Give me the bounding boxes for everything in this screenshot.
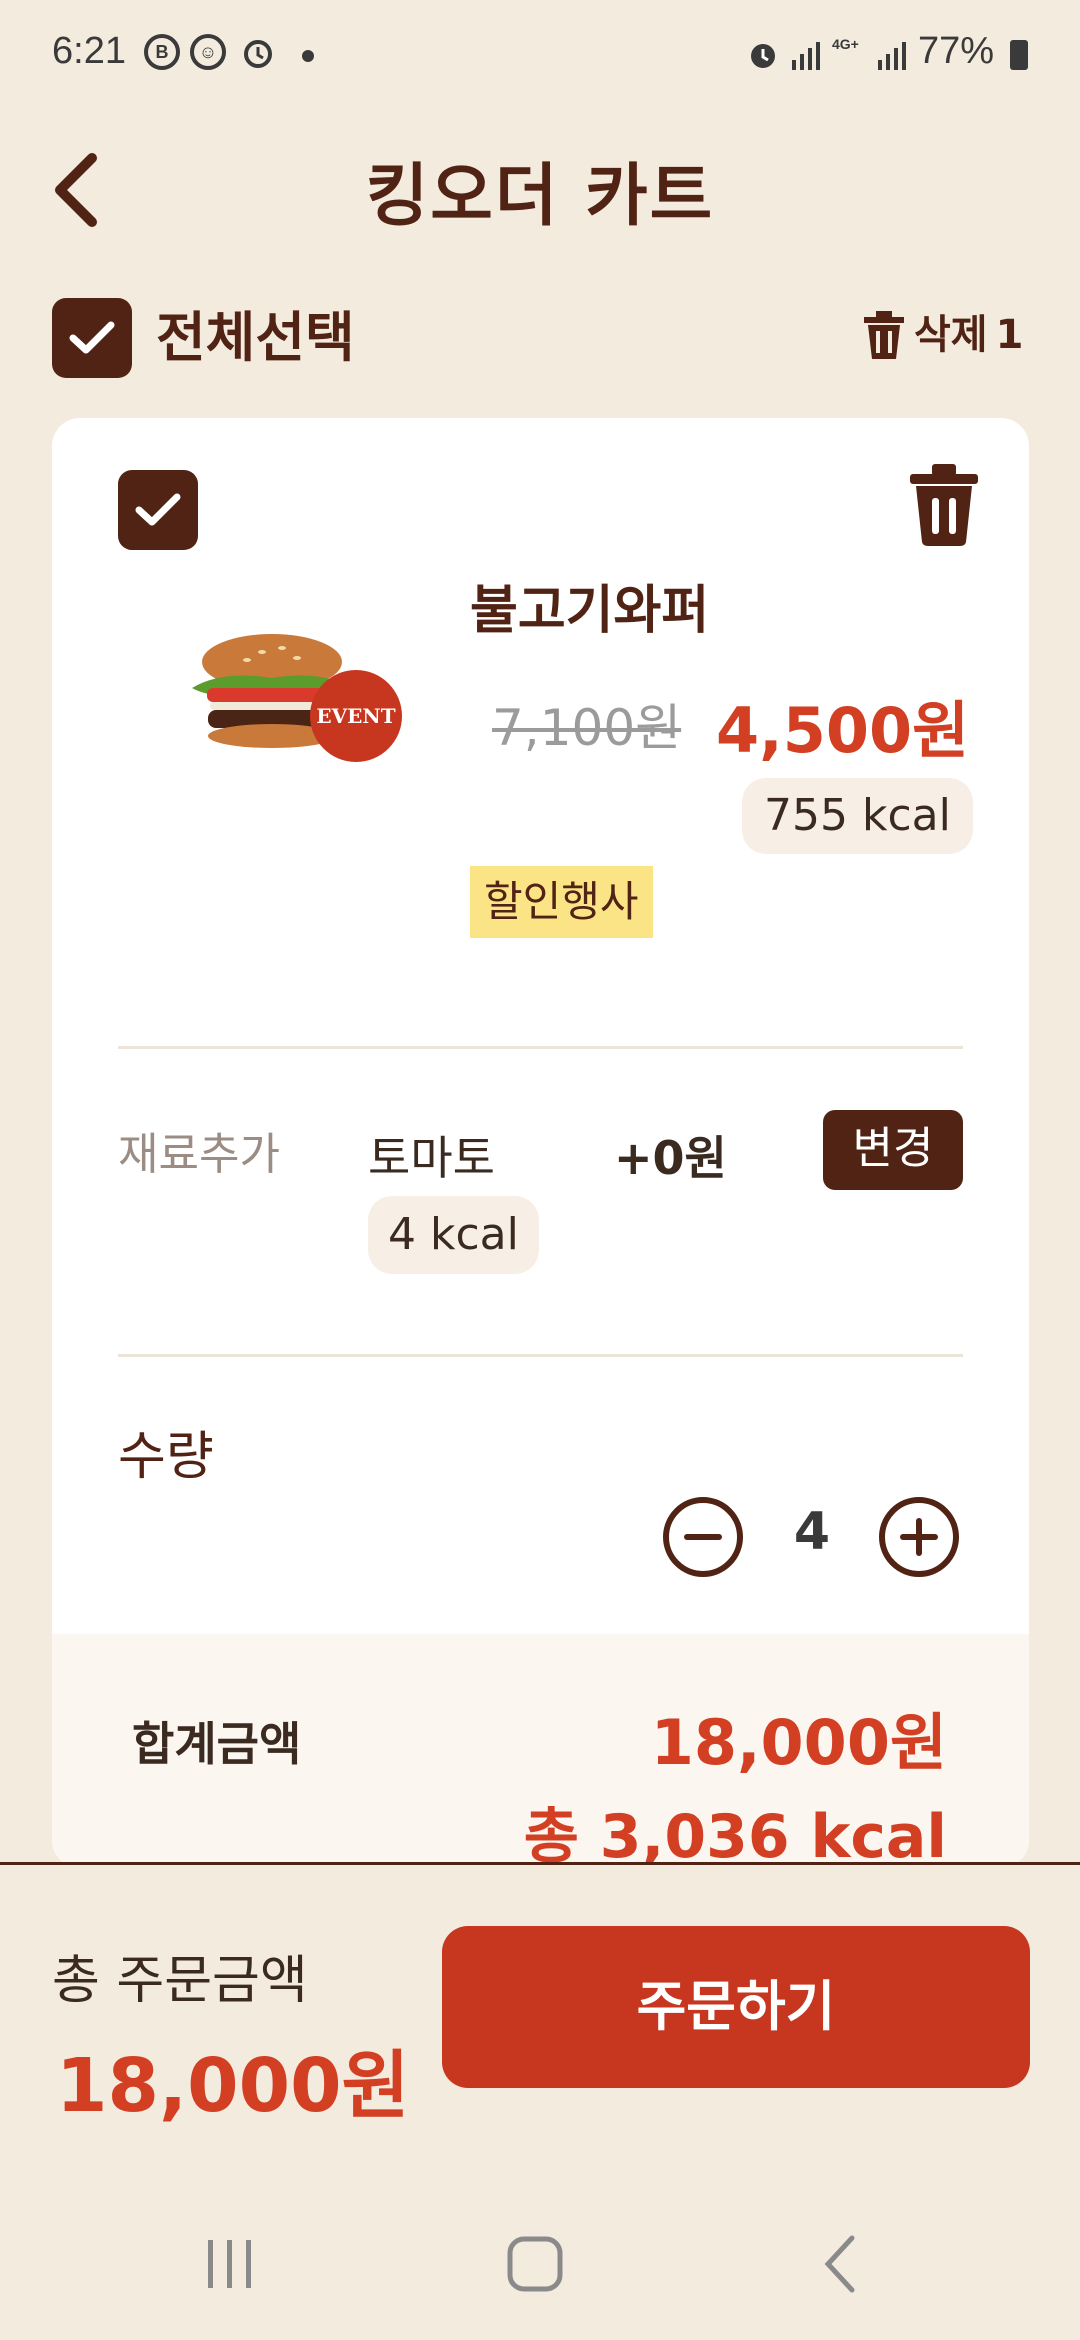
event-badge: EVENT — [310, 670, 402, 762]
alarm-status-icon — [745, 36, 781, 76]
delete-count: 1 — [995, 312, 1024, 358]
signal-icon-2 — [876, 40, 908, 74]
delete-label: 삭제 — [914, 312, 988, 358]
change-option-button[interactable]: 변경 — [823, 1110, 963, 1190]
quantity-increase-button[interactable] — [878, 1496, 960, 1578]
option-kcal: 4 kcal — [368, 1196, 539, 1274]
face-icon: ☺ — [190, 34, 226, 70]
system-back-button[interactable] — [812, 2234, 872, 2298]
item-delete-button[interactable] — [908, 462, 980, 548]
minus-circle-icon — [663, 1497, 743, 1577]
divider — [118, 1354, 963, 1357]
trash-icon — [864, 311, 904, 359]
total-label: 총 주문금액 — [52, 1951, 308, 2011]
b-badge-icon: B — [144, 34, 180, 70]
total-price: 18,000원 — [56, 2043, 410, 2129]
sale-price: 4,500원 — [716, 694, 970, 767]
order-button[interactable]: 주문하기 — [442, 1926, 1030, 2088]
check-icon — [135, 493, 181, 526]
home-button[interactable] — [505, 2234, 565, 2298]
item-summary: 합계금액 18,000원 총 3,036 kcal — [52, 1634, 1029, 1868]
signal-icon — [790, 40, 822, 74]
select-all-checkbox[interactable] — [52, 298, 132, 378]
summary-price: 18,000원 — [650, 1706, 947, 1779]
page-title: 킹오더 카트 — [365, 157, 715, 236]
status-time: 6:21 — [52, 30, 126, 72]
item-name: 불고기와퍼 — [470, 581, 710, 641]
select-all-label[interactable]: 전체선택 — [156, 298, 355, 378]
status-bar: 6:21 B ☺ 4G+ 77% — [0, 0, 1080, 110]
trash-icon — [910, 464, 978, 546]
summary-kcal: 총 3,036 kcal — [523, 1802, 947, 1868]
original-price: 7,100원 — [492, 699, 682, 757]
option-name: 토마토 — [368, 1131, 495, 1185]
quantity-label: 수량 — [118, 1427, 214, 1487]
item-kcal: 755 kcal — [742, 778, 973, 854]
recent-apps-button[interactable] — [200, 2234, 260, 2298]
cart-item-card: EVENT 불고기와퍼 7,100원 4,500원 755 kcal 할인행사 … — [52, 418, 1029, 1868]
quantity-value: 4 — [793, 1502, 831, 1562]
back-arrow-icon — [824, 2235, 855, 2293]
delete-selected-button[interactable]: 삭제 1 — [862, 305, 1023, 365]
battery-icon — [1010, 40, 1028, 70]
plus-circle-icon — [879, 1497, 959, 1577]
system-nav-bar — [0, 2190, 1080, 2340]
product-image: EVENT — [182, 630, 402, 770]
item-checkbox[interactable] — [118, 470, 198, 550]
option-price: +0원 — [614, 1131, 727, 1185]
network-type: 4G+ — [832, 36, 859, 52]
summary-label: 합계금액 — [132, 1717, 302, 1771]
alarm-icon — [240, 34, 276, 74]
option-label: 재료추가 — [118, 1129, 280, 1180]
quantity-decrease-button[interactable] — [662, 1496, 744, 1578]
discount-tag: 할인행사 — [470, 866, 653, 938]
divider — [118, 1046, 963, 1049]
recent-apps-icon — [208, 2240, 251, 2288]
battery-percent: 77% — [918, 30, 995, 72]
home-icon — [507, 2236, 563, 2292]
notification-dot-icon — [302, 50, 314, 62]
check-icon — [69, 321, 115, 354]
